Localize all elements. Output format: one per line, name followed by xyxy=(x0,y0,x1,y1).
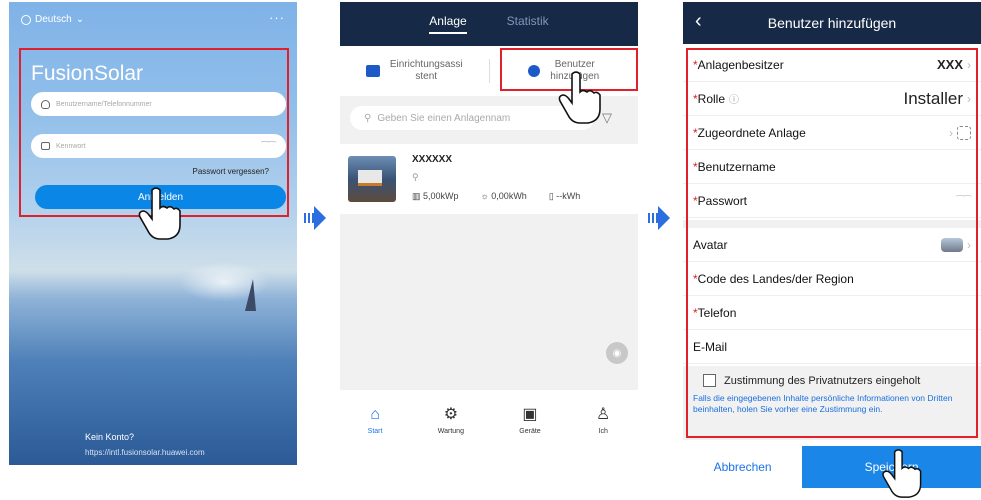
other-value: ▯ --kWh xyxy=(548,191,581,201)
nav-ich[interactable]: ♙ Ich xyxy=(596,406,610,465)
camera-icon[interactable]: ◉ xyxy=(606,342,628,364)
tab-anlage[interactable]: Anlage xyxy=(429,14,467,34)
search-icon: ⚲ xyxy=(364,112,372,124)
capacity-value: ▥ 5,00kWp xyxy=(412,191,459,201)
more-menu-icon[interactable]: ··· xyxy=(269,11,285,25)
home-icon: ⌂ xyxy=(370,406,380,423)
nav-wartung[interactable]: ⚙ Wartung xyxy=(438,406,464,465)
bottom-nav: ⌂ Start ⚙ Wartung ▣ Geräte ♙ Ich xyxy=(340,390,638,465)
site-url: https://intl.fusionsolar.huawei.com xyxy=(85,448,205,457)
nav-geraete[interactable]: ▣ Geräte xyxy=(519,406,540,465)
plant-stats: ▥ 5,00kWp ☼ 0,00kWh ▯ --kWh xyxy=(412,191,580,202)
tab-bar: Anlage Statistik xyxy=(340,2,638,46)
device-icon: ▣ xyxy=(522,406,538,423)
tab-statistik[interactable]: Statistik xyxy=(507,14,549,34)
sailboat-image xyxy=(245,279,256,311)
energy-value: ☼ 0,00kWh xyxy=(480,191,527,201)
location-pin-icon: ⚲ xyxy=(412,172,419,182)
page-header: ‹ Benutzer hinzufügen xyxy=(683,2,981,44)
language-selector[interactable]: Deutsch ⌄ xyxy=(21,14,84,25)
no-account-link[interactable]: Kein Konto? xyxy=(85,432,134,442)
nav-geraete-label: Geräte xyxy=(519,428,541,435)
chevron-down-icon: ⌄ xyxy=(75,14,85,25)
login-top-bar: Deutsch ⌄ ··· xyxy=(21,11,285,25)
nav-start-label: Start xyxy=(367,428,383,435)
hand-pointer-icon xyxy=(882,449,922,498)
arrow-right-icon xyxy=(648,206,670,230)
setup-wizard-button[interactable]: Einrichtungsassi stent xyxy=(340,59,489,83)
plant-card[interactable]: XXXXXX ⚲ ▥ 5,00kWp ☼ 0,00kWh ▯ --kWh xyxy=(340,144,638,214)
profile-icon: ♙ xyxy=(596,406,611,423)
back-arrow-icon[interactable]: ‹ xyxy=(695,10,702,33)
maintenance-icon: ⚙ xyxy=(443,406,459,423)
highlight-box xyxy=(686,48,978,438)
cancel-button[interactable]: Abbrechen xyxy=(683,446,803,488)
plant-name: XXXXXX xyxy=(412,154,453,165)
nav-ich-label: Ich xyxy=(598,428,608,435)
footer-buttons: Abbrechen Speichern xyxy=(683,446,981,488)
page-title: Benutzer hinzufügen xyxy=(767,15,897,31)
nav-wartung-label: Wartung xyxy=(437,428,464,435)
nav-start[interactable]: ⌂ Start xyxy=(368,406,383,465)
setup-wizard-label: Einrichtungsassi stent xyxy=(389,59,463,82)
arrow-right-icon xyxy=(304,206,326,230)
hand-pointer-icon xyxy=(558,71,601,124)
plant-thumbnail xyxy=(348,156,396,202)
wizard-icon xyxy=(365,65,380,77)
hand-pointer-icon xyxy=(138,187,181,240)
globe-icon xyxy=(21,14,31,25)
language-label: Deutsch xyxy=(35,14,72,25)
search-placeholder: Geben Sie einen Anlagennam xyxy=(377,112,511,124)
